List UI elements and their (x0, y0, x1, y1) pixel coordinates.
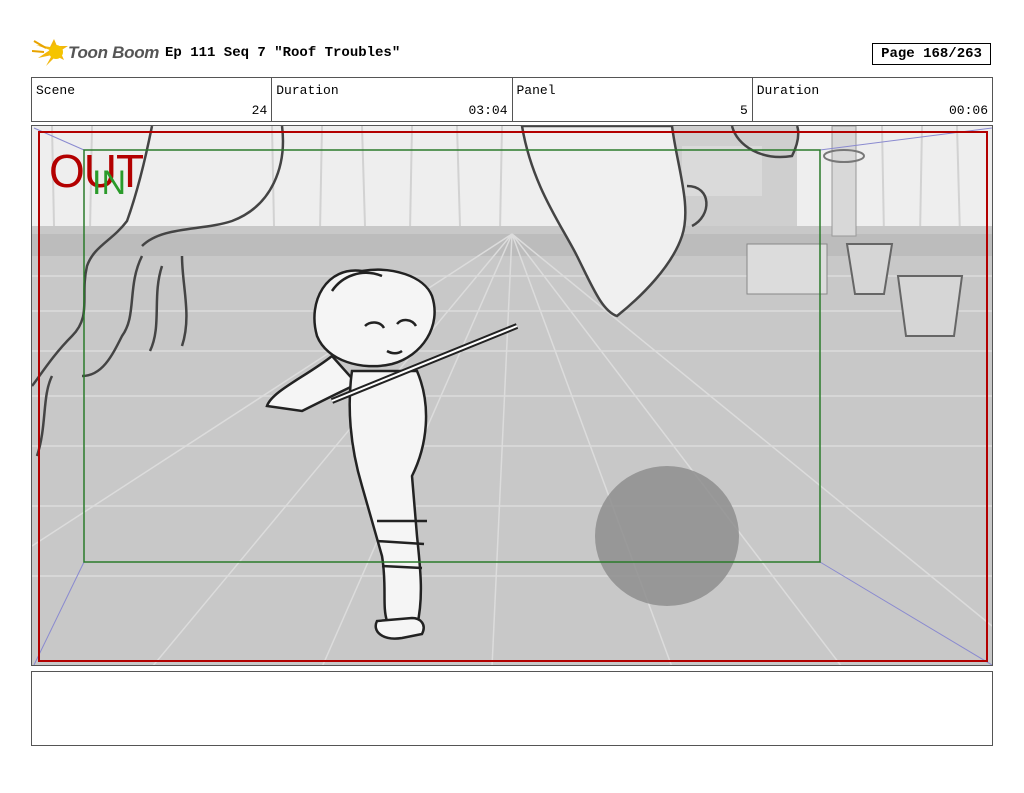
panel-label: Panel (516, 83, 556, 98)
panel-value: 5 (739, 103, 748, 118)
panel-duration-cell: Duration 00:06 (753, 78, 992, 121)
panel-cell: Panel 5 (513, 78, 753, 121)
scene-duration-label: Duration (276, 83, 339, 98)
scene-duration-cell: Duration 03:04 (272, 78, 513, 121)
panel-duration-value: 00:06 (948, 103, 988, 118)
episode-title: Ep 111 Seq 7 "Roof Troubles" (165, 45, 401, 61)
scene-value: 24 (251, 103, 268, 118)
scene-cell: Scene 24 (32, 78, 273, 121)
page-number: Page 168/263 (872, 43, 991, 65)
logo-wordmark: Toon Boom (68, 43, 160, 62)
starburst-icon (31, 39, 68, 66)
in-frame-label: IN (92, 164, 126, 202)
scene-label: Scene (36, 83, 76, 98)
toon-boom-logo: Toon Boom (31, 36, 160, 70)
scene-duration-value: 03:04 (468, 103, 508, 118)
notes-box (31, 671, 993, 746)
panel-artwork (32, 126, 992, 665)
panel-duration-label: Duration (756, 83, 820, 98)
storyboard-panel: OUT IN (31, 125, 993, 666)
info-row: Scene 24 Duration 03:04 Panel 5 Duration… (31, 77, 993, 122)
